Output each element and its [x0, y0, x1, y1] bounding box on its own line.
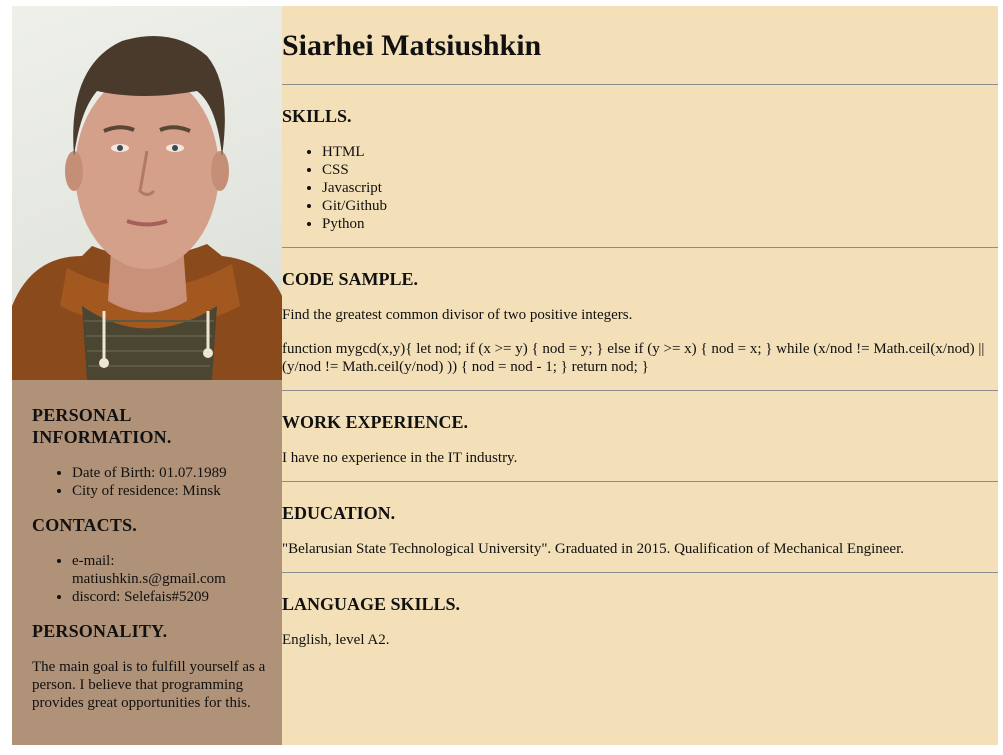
personal-info-item: Date of Birth: 01.07.1989	[72, 464, 270, 482]
education-text: "Belarusian State Technological Universi…	[282, 541, 904, 557]
cv-page: PERSONAL INFORMATION. Date of Birth: 01.…	[12, 6, 998, 745]
left-content: PERSONAL INFORMATION. Date of Birth: 01.…	[12, 380, 282, 712]
skill-item: HTML	[322, 143, 998, 161]
skills-heading: SKILLS.	[282, 106, 352, 126]
work-experience-text: I have no experience in the IT industry.	[282, 450, 518, 466]
profile-photo	[12, 6, 282, 380]
code-sample-heading: CODE SAMPLE.	[282, 269, 419, 289]
education-section: EDUCATION. "Belarusian State Technologic…	[282, 481, 998, 572]
work-experience-section: WORK EXPERIENCE. I have no experience in…	[282, 390, 998, 481]
personal-info-heading: PERSONAL INFORMATION.	[32, 405, 172, 447]
personality-text: The main goal is to fulfill yourself as …	[32, 659, 266, 711]
contacts-list: e-mail: matiushkin.s@gmail.com discord: …	[32, 552, 270, 606]
code-sample-description: Find the greatest common divisor of two …	[282, 307, 633, 323]
portrait-image	[12, 36, 282, 380]
contact-email: e-mail: matiushkin.s@gmail.com	[72, 552, 270, 588]
code-sample-section: CODE SAMPLE. Find the greatest common di…	[282, 247, 998, 390]
skill-item: Javascript	[322, 179, 998, 197]
language-skills-section: LANGUAGE SKILLS. English, level A2.	[282, 572, 998, 663]
skills-list: HTML CSS Javascript Git/Github Python	[282, 143, 998, 233]
main-content: Siarhei Matsiushkin SKILLS. HTML CSS Jav…	[282, 6, 998, 745]
skills-section: SKILLS. HTML CSS Javascript Git/Github P…	[282, 84, 998, 247]
personal-info-item: City of residence: Minsk	[72, 482, 270, 500]
skill-item: CSS	[322, 161, 998, 179]
personal-info-list: Date of Birth: 01.07.1989 City of reside…	[32, 464, 270, 500]
language-skills-heading: LANGUAGE SKILLS.	[282, 594, 461, 614]
skill-item: Python	[322, 215, 998, 233]
page-title: Siarhei Matsiushkin	[282, 29, 542, 62]
contacts-heading: CONTACTS.	[32, 515, 137, 535]
code-sample-code: function mygcd(x,y){ let nod; if (x >= y…	[282, 341, 985, 375]
work-experience-heading: WORK EXPERIENCE.	[282, 412, 469, 432]
left-sidebar: PERSONAL INFORMATION. Date of Birth: 01.…	[12, 6, 282, 745]
personality-heading: PERSONALITY.	[32, 621, 168, 641]
contact-discord: discord: Selefais#5209	[72, 588, 270, 606]
education-heading: EDUCATION.	[282, 503, 396, 523]
skill-item: Git/Github	[322, 197, 998, 215]
language-skills-text: English, level A2.	[282, 632, 390, 648]
